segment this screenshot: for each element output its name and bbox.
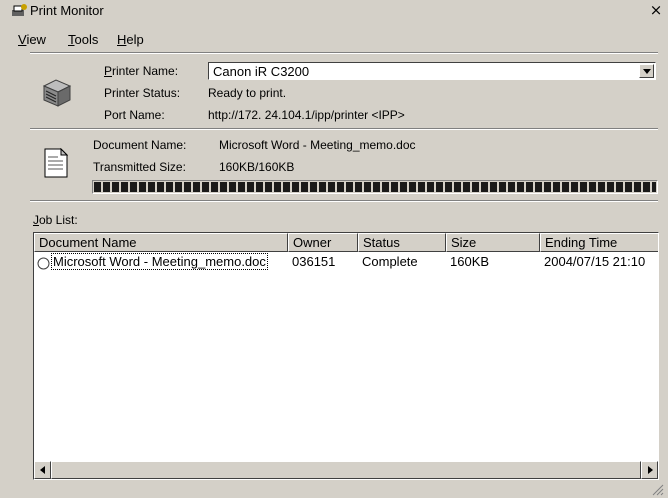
horizontal-scrollbar[interactable] [34, 461, 658, 479]
port-name-label: Port Name: [104, 108, 165, 122]
menu-view-rest: iew [26, 32, 46, 47]
menu-view[interactable]: View [18, 32, 46, 47]
scroll-right-button[interactable] [641, 461, 658, 479]
job-list-label: Job List: [33, 213, 78, 227]
progress-fill [94, 182, 656, 192]
row-owner: 036151 [292, 254, 336, 269]
scroll-left-icon [40, 466, 45, 474]
printer-icon [42, 79, 72, 107]
document-name-value: Microsoft Word - Meeting_memo.doc [219, 138, 416, 152]
job-list-view[interactable]: Document Name Owner Status Size Ending T… [33, 232, 659, 480]
document-icon [44, 148, 68, 178]
row-status: Complete [362, 254, 418, 269]
row-document-name: Microsoft Word - Meeting_memo.doc [51, 253, 268, 270]
job-list-label-rest: ob List: [39, 213, 78, 227]
menu-help-rest: elp [126, 32, 144, 47]
row-ending-time: 2004/07/15 21:10 [544, 254, 646, 269]
scroll-right-icon [648, 466, 653, 474]
title-bar: Print Monitor × [0, 0, 668, 20]
transmitted-size-label: Transmitted Size: [93, 160, 186, 174]
menu-tools[interactable]: Tools [68, 32, 98, 47]
menu-help-accel: H [117, 32, 127, 47]
printer-app-icon [12, 4, 27, 16]
transmit-progress-bar [92, 180, 658, 194]
menu-tools-rest: ools [74, 32, 99, 47]
column-header-status[interactable]: Status [358, 233, 446, 252]
row-size: 160KB [450, 254, 490, 269]
scroll-thumb[interactable] [51, 461, 641, 479]
resize-grip-icon[interactable] [650, 482, 664, 496]
document-name-label: Document Name: [93, 138, 187, 152]
column-header-owner[interactable]: Owner [288, 233, 358, 252]
separator [30, 200, 658, 202]
printer-status-label: Printer Status: [104, 86, 181, 100]
printer-name-label-accel: P [104, 64, 113, 78]
scroll-left-button[interactable] [34, 461, 51, 479]
table-row[interactable]: Microsoft Word - Meeting_memo.doc 036151… [34, 253, 658, 272]
close-button[interactable]: × [648, 2, 664, 18]
printer-status-value: Ready to print. [208, 86, 287, 100]
dropdown-arrow-icon [643, 69, 651, 74]
job-status-icon [37, 257, 50, 270]
column-header-document-name[interactable]: Document Name [34, 233, 288, 252]
column-header-ending-time[interactable]: Ending Time [540, 233, 658, 252]
port-name-value: http://172. 24.104.1/ipp/printer <IPP> [208, 108, 405, 122]
printer-name-select[interactable]: Canon iR C3200 [208, 62, 656, 80]
column-header-size[interactable]: Size [446, 233, 540, 252]
menu-help[interactable]: Help [117, 32, 144, 47]
window-title: Print Monitor [30, 3, 104, 18]
printer-name-value: Canon iR C3200 [213, 64, 310, 79]
dropdown-button[interactable] [639, 64, 654, 78]
transmitted-size-value: 160KB/160KB [219, 160, 295, 174]
printer-name-label: Printer Name: [104, 64, 178, 78]
separator [30, 128, 658, 130]
separator [30, 52, 658, 54]
printer-name-label-rest: rinter Name: [112, 64, 179, 78]
